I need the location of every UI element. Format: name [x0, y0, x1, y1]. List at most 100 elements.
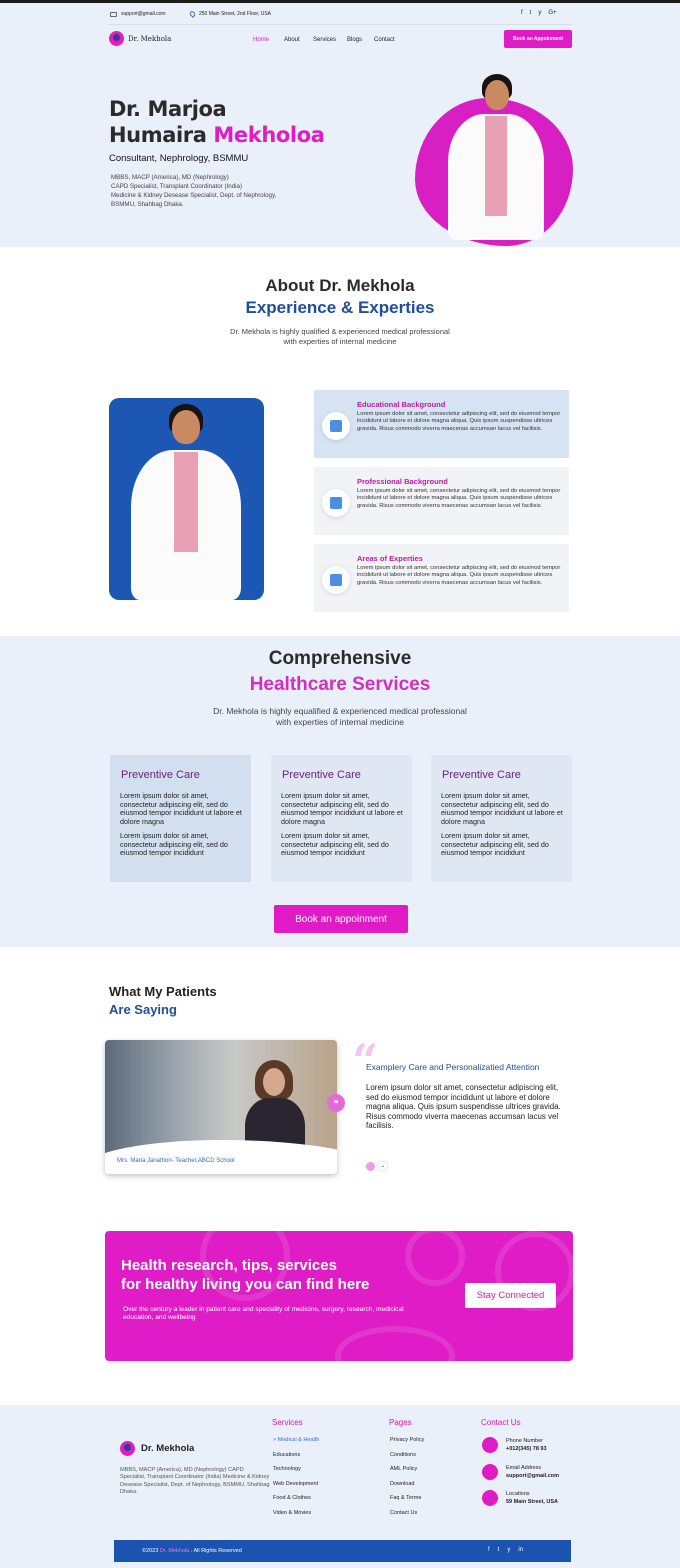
service-card-text: Lorem ipsum dolor sit amet, consectetur …: [120, 791, 242, 826]
hero-name-line2: Humaira Mekholoa: [109, 122, 325, 148]
footer-contact-title: Contact Us: [481, 1418, 521, 1427]
copyright-suffix: . All Rights Reserved: [189, 1548, 242, 1554]
page: support@gmail.com 250 Main Street, 2nd F…: [0, 0, 680, 1568]
about-card-professional: Professional Background Lorem ipsum dolo…: [314, 467, 569, 535]
logo-mark-icon: [120, 1441, 135, 1456]
copyright-brand[interactable]: Dr. Mekhola: [160, 1548, 189, 1554]
footer-link[interactable]: Video & Movies: [273, 1510, 311, 1516]
contact-value: 59 Main Street, USA: [506, 1499, 558, 1505]
facebook-icon[interactable]: f: [521, 10, 523, 16]
service-card-text: Lorem ipsum dolor sit amet, consectetur …: [281, 791, 403, 826]
footer-link[interactable]: Download: [390, 1481, 414, 1487]
footer-link[interactable]: > Medical & Health: [273, 1437, 319, 1443]
card-title: Educational Background: [357, 400, 446, 409]
email-icon: [482, 1464, 498, 1480]
footer-link[interactable]: Food & Clothes: [273, 1495, 311, 1501]
footer-description: MBBS, MACP (America), MD (Nephrology) CA…: [120, 1467, 270, 1496]
services-subtitle: Healthcare Services: [249, 674, 431, 695]
qual-line: Medicine & Kidney Desease Specialist, De…: [111, 192, 277, 199]
footer-link[interactable]: Faq & Terme: [390, 1495, 421, 1501]
footer-logo-text: Dr. Mekhola: [141, 1443, 195, 1454]
next-arrow-button[interactable]: →: [378, 1162, 387, 1171]
footer-link[interactable]: Conditions: [390, 1452, 416, 1458]
testimonials-title: What My Patients: [109, 984, 217, 999]
hero-name: Dr. Marjoa Humaira Mekholoa: [109, 96, 325, 148]
site-logo[interactable]: Dr. Mekhola: [109, 31, 171, 46]
about-description: Dr. Mekhola is highly qualified & experi…: [230, 327, 450, 346]
banner-subtitle: Over the century a leader in patient car…: [123, 1306, 404, 1321]
nav-about[interactable]: About: [284, 37, 300, 43]
qual-line: MBBS, MACP (America), MD (Nephrology): [111, 174, 229, 181]
copyright: ©2023 Dr. Mekhola . All Rights Reserved: [142, 1548, 242, 1554]
hero-name-line1: Dr. Marjoa: [109, 97, 227, 121]
linkedin-icon[interactable]: in: [518, 1547, 523, 1553]
service-card-text: Lorem ipsum dolor sit amet, consectetur …: [120, 831, 228, 858]
testimonial-caption: Mrs. Maria Janathon- Teacher,ABCD School: [117, 1158, 235, 1164]
footer-link[interactable]: Technology: [273, 1466, 301, 1472]
banner-title-line: Health research, tips, services: [121, 1257, 337, 1274]
footer-link[interactable]: Web Development: [273, 1481, 318, 1487]
footer-bottom-bar: ©2023 Dr. Mekhola . All Rights Reserved …: [114, 1540, 571, 1562]
topbar-divider: [108, 24, 572, 25]
testimonial-quote-title: Examplery Care and Personalizatied Atten…: [366, 1062, 540, 1072]
footer-link[interactable]: Contact Us: [390, 1510, 417, 1516]
hero-subtitle: Consultant, Nephrology, BSMMU: [109, 153, 249, 164]
hero-qualifications: MBBS, MACP (America), MD (Nephrology) CA…: [111, 173, 331, 209]
service-card-title: Preventive Care: [282, 769, 361, 781]
testimonials-subtitle: Are Saying: [109, 1002, 177, 1017]
qual-line: CAPD Specialist, Transplant Coordinator …: [111, 183, 243, 190]
nav-home[interactable]: Home: [253, 37, 269, 43]
hero-doctor-photo: [440, 70, 550, 246]
service-card[interactable]: Preventive Care Lorem ipsum dolor sit am…: [271, 755, 412, 882]
logo-mark-icon: [109, 31, 124, 46]
stay-connected-button[interactable]: Stay Connected: [465, 1283, 556, 1308]
footer-link[interactable]: Privacy Policy: [390, 1437, 424, 1443]
contact-label: Email Address: [506, 1465, 542, 1471]
footer-link[interactable]: AML Policy: [390, 1466, 417, 1472]
topbar-email[interactable]: support@gmail.com: [110, 11, 166, 17]
nav-contact[interactable]: Contact: [374, 37, 395, 43]
services-title: Comprehensive: [268, 648, 412, 669]
card-title: Areas of Experties: [357, 554, 423, 563]
hero-name-first: Humaira: [109, 123, 214, 147]
service-card[interactable]: Preventive Care Lorem ipsum dolor sit am…: [110, 755, 251, 882]
contact-label: Phone Number: [506, 1438, 543, 1444]
expertise-icon: [322, 566, 350, 594]
footer-services-title: Services: [272, 1418, 303, 1427]
youtube-icon[interactable]: y: [507, 1547, 510, 1553]
service-card[interactable]: Preventive Care Lorem ipsum dolor sit am…: [431, 755, 572, 882]
book-appointment-button[interactable]: Book an appoinment: [274, 905, 408, 933]
services-description: Dr. Mekhola is highly equalified & exper…: [213, 706, 467, 727]
topbar-socials: f t y G+: [521, 10, 557, 16]
big-quote-icon: “: [352, 1034, 379, 1088]
service-card-text: Lorem ipsum dolor sit amet, consectetur …: [281, 831, 389, 858]
logo-text: Dr. Mekhola: [128, 34, 172, 43]
about-subtitle: Experience & Experties: [245, 298, 435, 317]
nav-blogs[interactable]: Blogs: [347, 37, 362, 43]
banner-title-line: for healthy living you can find here: [121, 1276, 370, 1293]
footer-socials: f t y in: [488, 1547, 523, 1553]
service-card-text: Lorem ipsum dolor sit amet, consectetur …: [441, 831, 549, 858]
topbar-address: 250 Main Street, 2nd Floor, USA: [188, 10, 271, 18]
google-plus-icon[interactable]: G+: [548, 10, 556, 16]
nav-services[interactable]: Services: [313, 37, 336, 43]
book-appointment-button[interactable]: Book an Appoinment: [504, 30, 572, 48]
service-card-title: Preventive Care: [442, 769, 521, 781]
about-card-education: Educational Background Lorem ipsum dolor…: [314, 390, 569, 458]
photo-wave-shape: [105, 1140, 337, 1174]
youtube-icon[interactable]: y: [538, 10, 541, 16]
contact-value: +012(345) 78 93: [506, 1446, 547, 1452]
footer-contact-email: Email Address support@gmail.com: [482, 1464, 559, 1480]
footer-link[interactable]: Educations: [273, 1452, 300, 1458]
card-body: Lorem ipsum dolor sit amet, consectetur …: [357, 565, 561, 586]
twitter-icon[interactable]: t: [498, 1547, 500, 1553]
facebook-icon[interactable]: f: [488, 1547, 490, 1553]
footer-contact-phone: Phone Number +012(345) 78 93: [482, 1437, 547, 1453]
footer-logo[interactable]: Dr. Mekhola: [120, 1441, 194, 1456]
twitter-icon[interactable]: t: [530, 10, 532, 16]
hero-name-surname: Mekholoa: [213, 123, 325, 147]
prev-arrow-button[interactable]: [366, 1162, 375, 1171]
location-pin-icon: [188, 10, 197, 18]
about-doctor-photo: [109, 398, 264, 600]
testimonial-card: Mrs. Maria Janathon- Teacher,ABCD School: [105, 1040, 337, 1174]
